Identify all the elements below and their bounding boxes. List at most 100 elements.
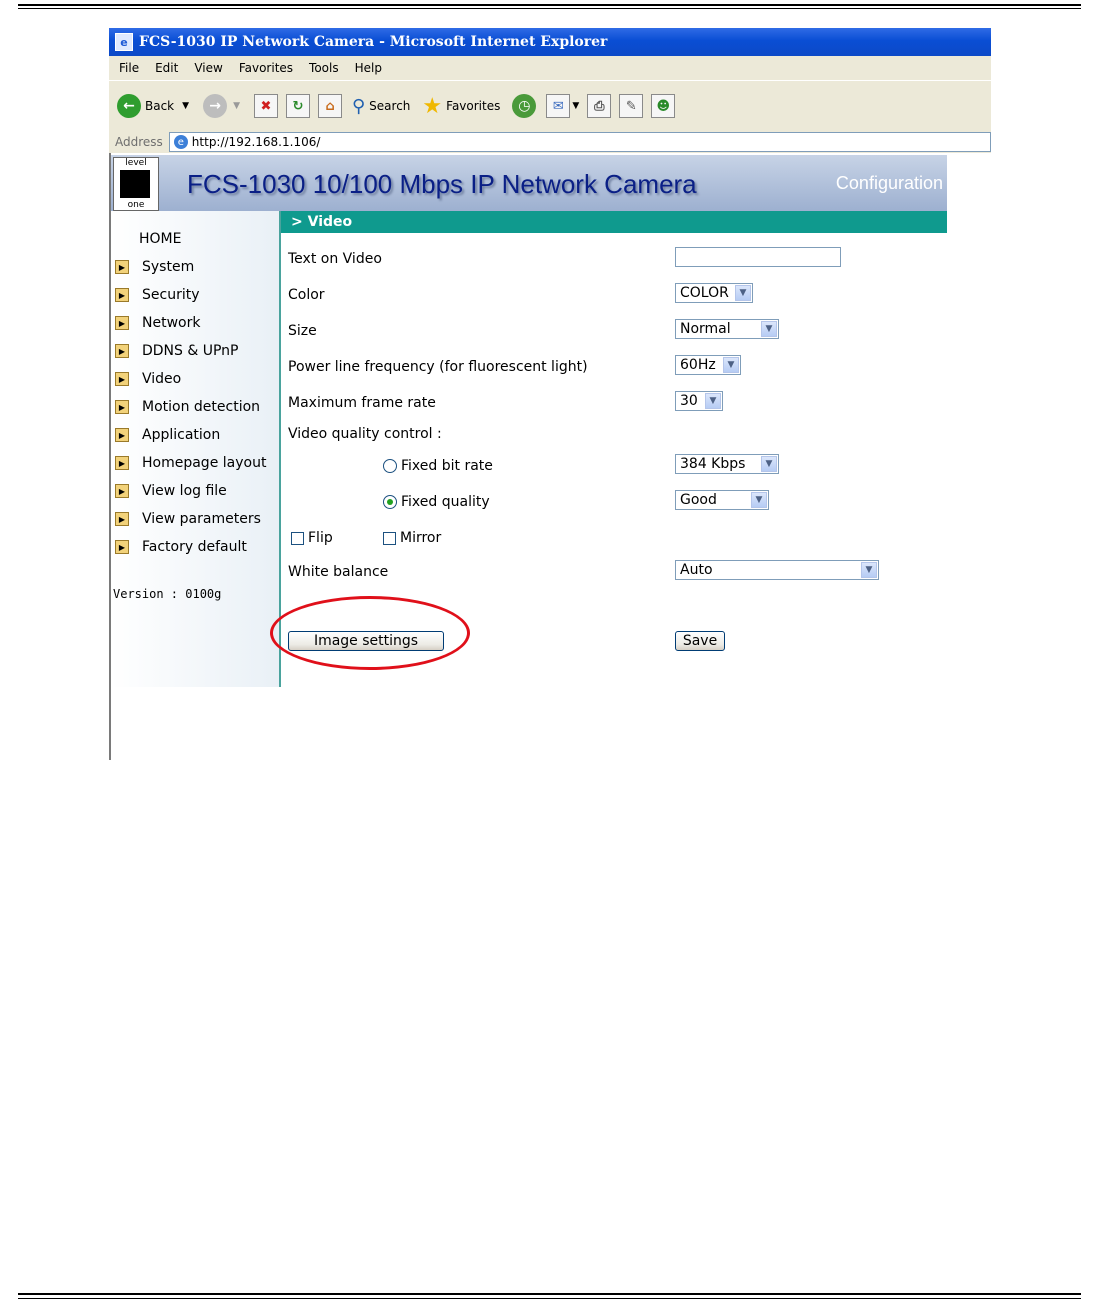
home-icon[interactable]: ⌂ bbox=[317, 94, 342, 118]
top-rule-thin bbox=[18, 8, 1081, 9]
arrow-right-icon: ▶ bbox=[115, 344, 129, 358]
camera-banner: level one FCS-1030 10/100 Mbps IP Networ… bbox=[111, 155, 947, 211]
checkbox-icon bbox=[291, 531, 304, 545]
menu-help[interactable]: Help bbox=[355, 61, 382, 75]
power-line-select[interactable]: 60Hz ▼ bbox=[675, 355, 741, 375]
favorites-label: Favorites bbox=[446, 99, 501, 113]
back-button[interactable]: ← Back ▼ bbox=[117, 94, 189, 118]
menu-file[interactable]: File bbox=[119, 61, 139, 75]
address-label: Address bbox=[115, 135, 163, 149]
address-input[interactable]: e http://192.168.1.106/ bbox=[168, 132, 991, 152]
white-balance-label: White balance bbox=[288, 564, 389, 580]
sidebar-item-label: Video bbox=[142, 371, 182, 387]
sidebar-item-system[interactable]: ▶ System bbox=[115, 259, 194, 275]
white-balance-select-value: Auto bbox=[680, 562, 713, 578]
sidebar-item-video[interactable]: ▶ Video bbox=[115, 371, 181, 387]
search-icon: ⚲ bbox=[351, 95, 366, 117]
sidebar-item-label: System bbox=[142, 259, 195, 275]
menu-tools[interactable]: Tools bbox=[309, 61, 339, 75]
sidebar-item-label: Homepage layout bbox=[142, 455, 267, 471]
messenger-icon[interactable]: ☻ bbox=[651, 94, 676, 118]
arrow-right-icon: ▶ bbox=[115, 260, 129, 274]
arrow-right-icon: ▶ bbox=[115, 288, 129, 302]
color-select-value: COLOR bbox=[680, 285, 729, 301]
sidebar-item-label: Application bbox=[142, 427, 221, 443]
arrow-right-icon: ▶ bbox=[115, 484, 129, 498]
mirror-checkbox[interactable]: Mirror bbox=[383, 530, 441, 546]
text-on-video-input[interactable] bbox=[675, 247, 841, 267]
window-title: FCS-1030 IP Network Camera - Microsoft I… bbox=[139, 34, 608, 50]
frame-rate-select[interactable]: 30 ▼ bbox=[675, 391, 723, 411]
chevron-down-icon: ▼ bbox=[705, 393, 721, 409]
search-button[interactable]: ⚲ Search bbox=[352, 96, 410, 117]
arrow-right-icon: ▶ bbox=[115, 400, 129, 414]
firmware-version: Version : 0100g bbox=[113, 587, 222, 601]
page-content: level one FCS-1030 10/100 Mbps IP Networ… bbox=[109, 153, 993, 760]
sidebar-item-factory-default[interactable]: ▶ Factory default bbox=[115, 539, 247, 555]
fixed-bit-rate-label: Fixed bit rate bbox=[401, 458, 493, 474]
chevron-down-icon: ▼ bbox=[761, 456, 777, 472]
color-label: Color bbox=[288, 287, 325, 303]
power-line-select-value: 60Hz bbox=[680, 357, 716, 373]
chevron-down-icon: ▼ bbox=[861, 562, 877, 578]
sidebar-item-label: Motion detection bbox=[142, 399, 261, 415]
section-header: > Video bbox=[281, 211, 947, 233]
star-icon: ★ bbox=[422, 93, 443, 119]
frame-rate-select-value: 30 bbox=[680, 393, 698, 409]
stop-icon[interactable]: ✖ bbox=[253, 94, 278, 118]
sidebar-nav: HOME ▶ System ▶ Security ▶ Network ▶ DDN… bbox=[111, 211, 281, 687]
text-on-video-label: Text on Video bbox=[288, 251, 382, 267]
bit-rate-select[interactable]: 384 Kbps ▼ bbox=[675, 454, 779, 474]
menu-view[interactable]: View bbox=[194, 61, 222, 75]
bottom-rule bbox=[18, 1293, 1081, 1295]
sidebar-item-homepage-layout[interactable]: ▶ Homepage layout bbox=[115, 455, 266, 471]
menu-favorites[interactable]: Favorites bbox=[239, 61, 293, 75]
arrow-right-icon: ▶ bbox=[115, 540, 129, 554]
fixed-quality-radio[interactable]: Fixed quality bbox=[383, 494, 490, 510]
highlight-annotation bbox=[270, 596, 470, 670]
quality-select-value: Good bbox=[680, 492, 717, 508]
sidebar-item-ddns[interactable]: ▶ DDNS & UPnP bbox=[115, 343, 239, 359]
color-select[interactable]: COLOR ▼ bbox=[675, 283, 753, 303]
sidebar-item-view-log-file[interactable]: ▶ View log file bbox=[115, 483, 227, 499]
title-bar: e FCS-1030 IP Network Camera - Microsoft… bbox=[109, 28, 991, 56]
history-icon[interactable]: ◷ bbox=[512, 94, 537, 118]
forward-button[interactable]: → ▼ bbox=[203, 94, 240, 118]
chevron-down-icon[interactable]: ▼ bbox=[182, 101, 189, 111]
sidebar-item-view-parameters[interactable]: ▶ View parameters bbox=[115, 511, 261, 527]
edit-icon[interactable]: ✎ bbox=[619, 94, 644, 118]
sidebar-item-motion-detection[interactable]: ▶ Motion detection bbox=[115, 399, 260, 415]
toolbar: ← Back ▼ → ▼ ✖ ↻ ⌂ ⚲ Search ★ Favorites … bbox=[109, 80, 991, 132]
print-icon[interactable]: ⎙ bbox=[587, 94, 612, 118]
fixed-bit-rate-radio[interactable]: Fixed bit rate bbox=[383, 458, 493, 474]
flip-checkbox[interactable]: Flip bbox=[291, 530, 333, 546]
save-button[interactable]: Save bbox=[675, 631, 725, 651]
logo-mark bbox=[120, 170, 150, 198]
sidebar-item-network[interactable]: ▶ Network bbox=[115, 315, 200, 331]
arrow-right-icon: ▶ bbox=[115, 316, 129, 330]
menu-edit[interactable]: Edit bbox=[155, 61, 178, 75]
sidebar-item-label: Network bbox=[142, 315, 201, 331]
chevron-down-icon[interactable]: ▼ bbox=[572, 101, 579, 111]
white-balance-select[interactable]: Auto ▼ bbox=[675, 560, 879, 580]
url-text: http://192.168.1.106/ bbox=[191, 135, 321, 149]
quality-select[interactable]: Good ▼ bbox=[675, 490, 769, 510]
sidebar-item-home[interactable]: HOME bbox=[139, 231, 181, 247]
logo-bottom-text: one bbox=[127, 200, 145, 210]
size-select[interactable]: Normal ▼ bbox=[675, 319, 779, 339]
mail-icon[interactable]: ✉ bbox=[546, 94, 571, 118]
favorites-button[interactable]: ★ Favorites bbox=[422, 94, 500, 119]
sidebar-item-application[interactable]: ▶ Application bbox=[115, 427, 220, 443]
sidebar-item-security[interactable]: ▶ Security bbox=[115, 287, 200, 303]
chevron-down-icon: ▼ bbox=[735, 285, 751, 301]
arrow-right-icon: ▶ bbox=[115, 372, 129, 386]
refresh-icon[interactable]: ↻ bbox=[285, 94, 310, 118]
chevron-down-icon[interactable]: ▼ bbox=[233, 101, 240, 111]
radio-off-icon bbox=[383, 459, 397, 473]
arrow-right-icon: ▶ bbox=[115, 428, 129, 442]
banner-configuration: Configuration bbox=[835, 173, 943, 193]
levelone-logo: level one bbox=[113, 157, 159, 211]
bit-rate-select-value: 384 Kbps bbox=[680, 456, 746, 472]
menu-bar: File Edit View Favorites Tools Help bbox=[109, 56, 991, 80]
video-quality-label: Video quality control : bbox=[288, 426, 442, 442]
